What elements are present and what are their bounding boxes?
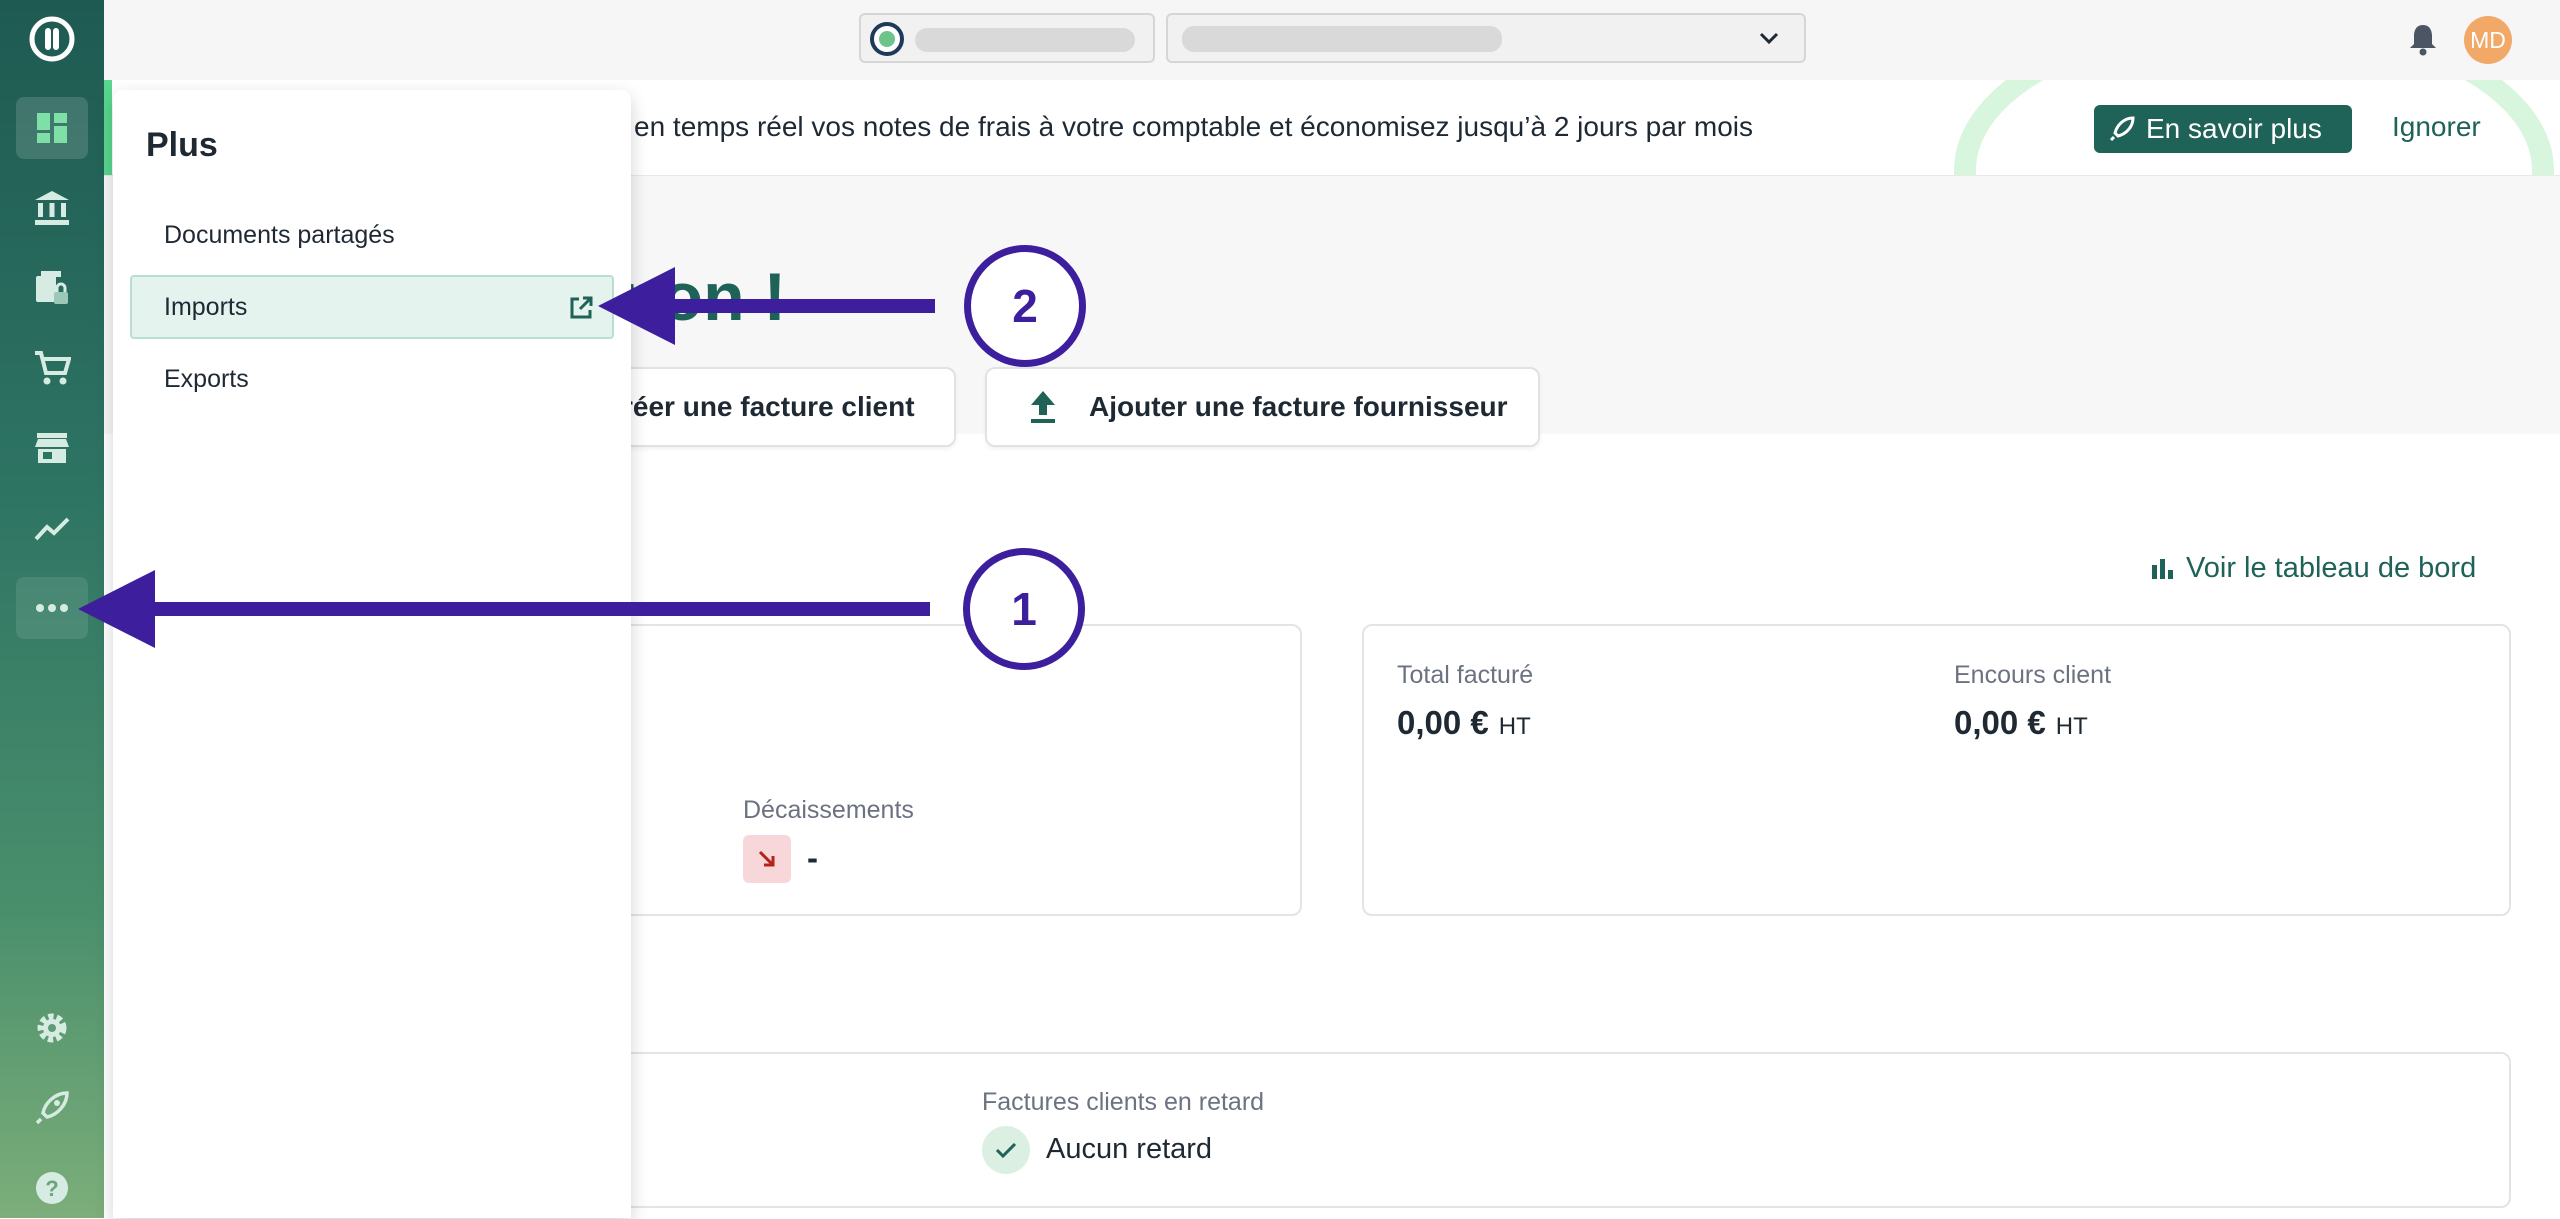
step-badge-2: 2 [964,245,1086,367]
arrow-step-2 [598,267,935,345]
step-badge-1: 1 [963,548,1085,670]
annotation-arrows [78,267,935,648]
arrow-step-1 [78,570,930,648]
